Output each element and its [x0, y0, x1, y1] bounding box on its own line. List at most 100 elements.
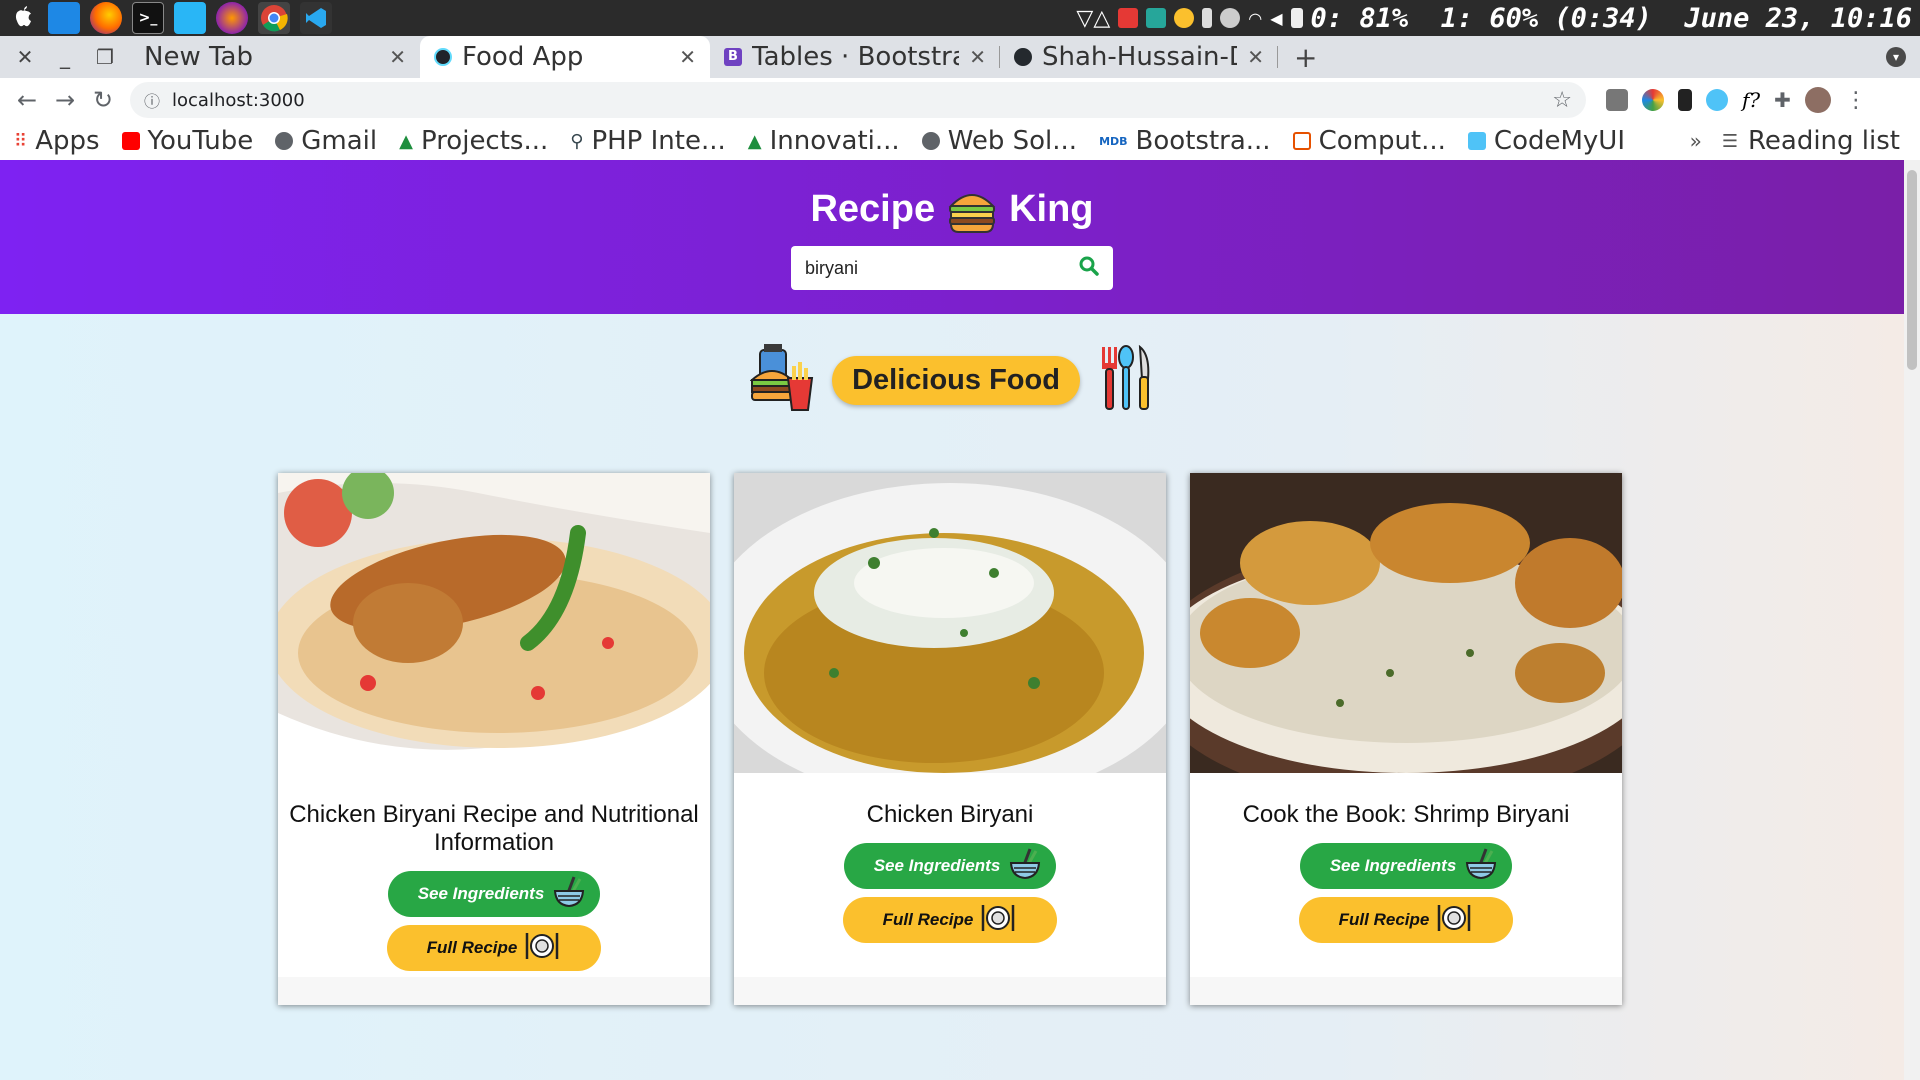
mdb-icon: MDB	[1099, 134, 1128, 148]
tab-search-icon[interactable]: ▾	[1886, 47, 1906, 67]
cerebro-icon[interactable]	[216, 2, 248, 34]
colorpick-icon[interactable]	[1642, 89, 1664, 111]
bookmark-label: YouTube	[147, 126, 254, 156]
extension-icon[interactable]	[1678, 89, 1692, 111]
camera-icon[interactable]	[1606, 89, 1628, 111]
search-input[interactable]	[805, 257, 1079, 279]
bookmark-star-icon[interactable]: ☆	[1552, 88, 1572, 113]
font-icon[interactable]: f?	[1742, 88, 1760, 112]
bookmarks-bar: ⠿ Apps YouTube Gmail ▲ Projects... ⚲ PHP In…	[0, 122, 1920, 160]
bookmark-label: Innovati...	[769, 126, 900, 156]
screen-icon[interactable]	[1706, 89, 1728, 111]
menu-icon[interactable]: ⋮	[1845, 88, 1867, 113]
bookmark-bootstrap[interactable]: MDB Bootstra...	[1099, 126, 1270, 156]
chrome-icon[interactable]	[258, 2, 290, 34]
reload-icon[interactable]: ↻	[84, 81, 122, 119]
button-label: Full Recipe	[1338, 910, 1430, 929]
volume-icon[interactable]: ◀	[1270, 9, 1282, 28]
app-header: Recipe King	[0, 160, 1904, 314]
chrome-tray-icon[interactable]	[1174, 8, 1195, 28]
window-controls: ✕ _ ❐	[0, 40, 130, 74]
full-recipe-button[interactable]: Full Recipe	[1298, 897, 1514, 943]
cutlery-icon	[1098, 344, 1154, 415]
bookmark-apps[interactable]: ⠿ Apps	[14, 126, 100, 156]
info-icon[interactable]: ⓘ	[144, 88, 160, 112]
page-scrollbar[interactable]	[1904, 160, 1920, 1080]
status-text: 0: 81% 1: 60% (0:34) June 23, 10:16	[1310, 2, 1912, 34]
bluetooth-icon[interactable]	[1202, 8, 1213, 28]
delicious-food-label: Delicious Food	[832, 355, 1080, 405]
close-window-icon[interactable]: ✕	[8, 40, 42, 74]
plate-cutlery-icon	[523, 931, 561, 966]
forward-icon[interactable]: →	[46, 81, 84, 119]
url-text[interactable]: localhost:3000	[172, 90, 1540, 111]
bookmark-youtube[interactable]: YouTube	[121, 126, 254, 156]
minimize-icon[interactable]: _	[48, 40, 82, 74]
close-tab-icon[interactable]: ✕	[1247, 45, 1264, 69]
bookmark-gmail[interactable]: Gmail	[275, 126, 377, 156]
recipe-title: Cook the Book: Shrimp Biryani	[1242, 801, 1570, 828]
tab-separator	[1277, 46, 1278, 68]
see-ingredients-button[interactable]: See Ingredients	[387, 871, 601, 917]
files-icon[interactable]	[174, 2, 206, 34]
bookmark-projects[interactable]: ▲ Projects...	[399, 126, 548, 156]
react-icon	[434, 48, 452, 66]
terminal-icon[interactable]: >_	[132, 2, 164, 34]
see-ingredients-button[interactable]: See Ingredients	[1299, 843, 1513, 889]
mortar-bowl-icon	[552, 875, 586, 914]
button-label: See Ingredients	[417, 884, 545, 903]
close-tab-icon[interactable]: ✕	[969, 45, 986, 69]
full-recipe-button[interactable]: Full Recipe	[386, 925, 602, 971]
drive-icon: ▲	[399, 130, 413, 152]
reading-list-icon: ☰	[1721, 130, 1738, 152]
blue-window-icon[interactable]	[48, 2, 80, 34]
recipe-cards: Chicken Biryani Recipe and Nutritional I…	[268, 467, 1666, 1005]
tab-food-app[interactable]: Food App ✕	[420, 36, 710, 78]
vscode-icon[interactable]	[300, 2, 332, 34]
bookmark-innovation[interactable]: ▲ Innovati...	[748, 126, 900, 156]
close-tab-icon[interactable]: ✕	[389, 45, 406, 69]
back-icon[interactable]: ←	[8, 81, 46, 119]
full-recipe-button[interactable]: Full Recipe	[842, 897, 1058, 943]
mortar-bowl-icon	[1008, 847, 1042, 886]
tab-bootstrap-tables[interactable]: B Tables · Bootstra ✕	[710, 36, 1000, 78]
recipe-photo[interactable]	[268, 467, 728, 773]
puzzle-icon[interactable]: ✚	[1774, 88, 1791, 112]
network-icon[interactable]: ▽△	[1076, 6, 1110, 31]
reading-list-button[interactable]: ☰ Reading list	[1722, 126, 1900, 156]
pin-icon: ⚲	[570, 130, 584, 152]
button-label: Full Recipe	[882, 910, 974, 929]
brand-left: Recipe	[810, 187, 936, 230]
shield-icon[interactable]	[1220, 8, 1241, 28]
scrollbar-thumb[interactable]	[1907, 170, 1917, 370]
firefox-icon[interactable]	[90, 2, 122, 34]
computer-icon	[1292, 132, 1311, 150]
battery-icon[interactable]	[1290, 8, 1303, 28]
bookmark-codemyui[interactable]: CodeMyUI	[1467, 126, 1626, 156]
recipe-photo[interactable]	[700, 473, 1200, 803]
restore-icon[interactable]: ❐	[88, 40, 122, 74]
anydesk-icon[interactable]	[1118, 8, 1139, 28]
see-ingredients-button[interactable]: See Ingredients	[843, 843, 1057, 889]
bookmark-web-sol[interactable]: Web Sol...	[921, 126, 1077, 156]
bookmark-label: CodeMyUI	[1493, 126, 1626, 156]
wifi-icon[interactable]: ◠	[1248, 9, 1262, 28]
button-label: Full Recipe	[426, 938, 518, 957]
recipe-photo[interactable]	[1146, 473, 1666, 803]
apple-icon[interactable]	[6, 2, 38, 34]
bookmark-php[interactable]: ⚲ PHP Inte...	[570, 126, 726, 156]
bookmark-computer[interactable]: Comput...	[1292, 126, 1446, 156]
new-tab-button[interactable]: +	[1278, 41, 1333, 74]
bookmark-label: Bootstra...	[1135, 126, 1271, 156]
more-bookmarks-button[interactable]: »	[1690, 129, 1702, 153]
address-bar[interactable]: ⓘ localhost:3000 ☆	[130, 82, 1586, 118]
tab-github[interactable]: Shah-Hussain-De ✕	[1000, 36, 1278, 78]
tab-new-tab[interactable]: New Tab ✕	[130, 36, 420, 78]
extensions: f? ✚ ⋮	[1606, 87, 1867, 113]
close-tab-icon[interactable]: ✕	[679, 45, 696, 69]
avatar[interactable]	[1804, 87, 1831, 113]
display-icon[interactable]	[1146, 8, 1167, 28]
recipe-title: Chicken Biryani	[866, 801, 1034, 828]
mortar-bowl-icon	[1464, 847, 1498, 886]
search-icon[interactable]	[1079, 256, 1099, 281]
